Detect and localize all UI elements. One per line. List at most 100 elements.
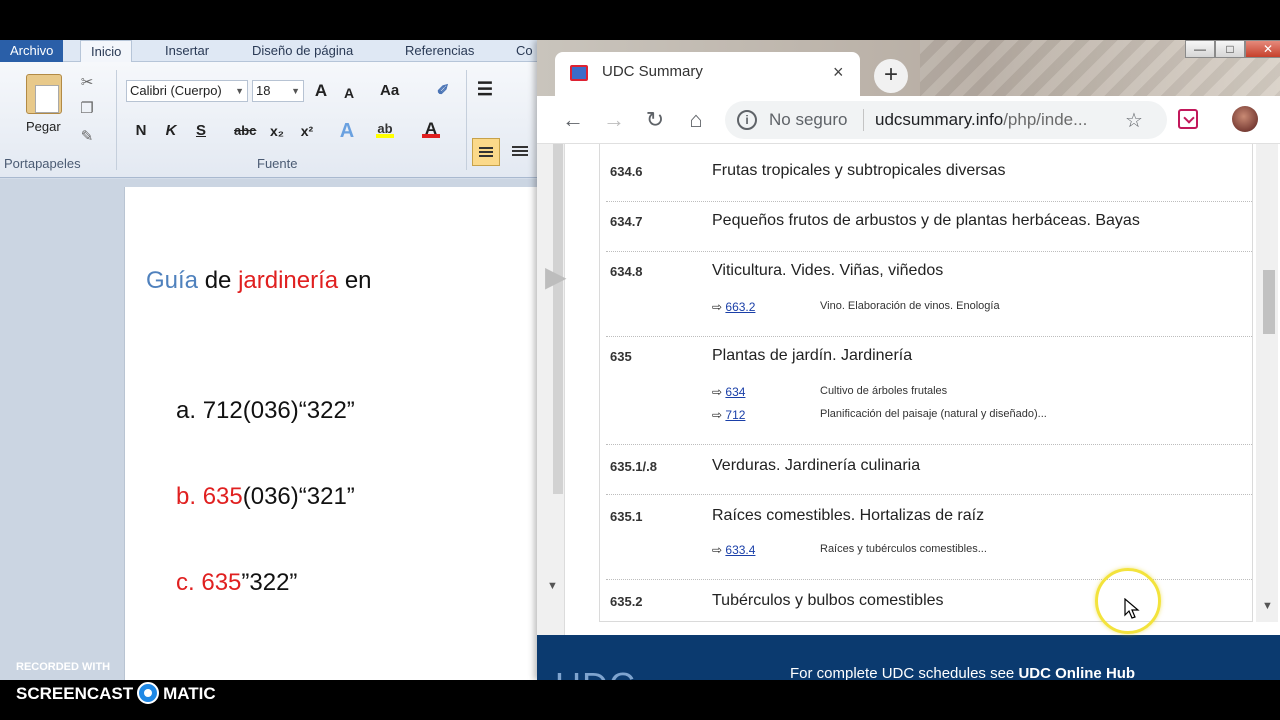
security-status[interactable]: No seguro <box>769 110 847 130</box>
scroll-down-arrow-icon[interactable]: ▼ <box>547 580 558 592</box>
back-arrow-icon[interactable]: ← <box>559 106 587 134</box>
info-icon[interactable]: i <box>737 110 757 130</box>
close-window-button[interactable]: ✕ <box>1245 40 1280 58</box>
option-letter: a. <box>176 397 197 424</box>
entry-code: 634.7 <box>610 214 643 229</box>
copy-icon[interactable]: ❐ <box>78 100 96 118</box>
group-divider <box>116 70 117 170</box>
scroll-down-arrow-icon[interactable]: ▼ <box>1262 600 1273 612</box>
entry-code: 634.8 <box>610 264 643 279</box>
url-text[interactable]: udcsummary.info/php/inde... <box>875 110 1087 130</box>
align-center-button[interactable] <box>506 138 534 166</box>
bullets-icon[interactable]: ☰ <box>476 78 494 100</box>
superscript-button[interactable]: x² <box>298 120 316 142</box>
reference-link[interactable]: 634 <box>725 385 745 399</box>
entry-row: 635.1/.8 Verduras. Jardinería culinaria <box>606 445 1252 495</box>
entry-description[interactable]: Raíces comestibles. Hortalizas de raíz <box>712 507 984 525</box>
tab-referencias[interactable]: Referencias <box>395 40 484 62</box>
letterbox-top <box>0 0 1280 40</box>
maximize-button[interactable]: □ <box>1215 40 1245 58</box>
tab-strip: UDC Summary × + — □ ✕ <box>537 40 1280 96</box>
tab-archivo[interactable]: Archivo <box>0 40 64 62</box>
reference-text: Vino. Elaboración de vinos. Enología <box>820 300 1000 312</box>
left-scrollbar-thumb[interactable] <box>553 144 563 494</box>
address-bar[interactable]: i No seguro udcsummary.info/php/inde... … <box>725 101 1167 139</box>
entry-reference: ⇨ 633.4 <box>712 543 755 557</box>
browser-toolbar: ← → ↻ ⌂ i No seguro udcsummary.info/php/… <box>537 96 1280 144</box>
paste-icon[interactable] <box>26 74 62 114</box>
expand-arrow-icon[interactable]: ▶ <box>545 260 567 293</box>
reference-link[interactable]: 663.2 <box>725 300 755 314</box>
heading-word-4: en <box>344 267 372 294</box>
font-name-value: Calibri (Cuerpo) <box>130 83 222 98</box>
option-code-highlight: 635 <box>201 569 242 596</box>
footer-label: For complete UDC schedules see <box>790 665 1015 680</box>
tab-insertar[interactable]: Insertar <box>155 40 219 62</box>
entry-row: 634.8 Viticultura. Vides. Viñas, viñedos… <box>606 252 1252 337</box>
new-tab-button[interactable]: + <box>874 59 908 93</box>
font-name-select[interactable]: Calibri (Cuerpo) ▼ <box>126 80 248 102</box>
entry-description[interactable]: Verduras. Jardinería culinaria <box>712 457 920 475</box>
entry-reference: ⇨ 634 <box>712 385 745 399</box>
entry-description[interactable]: Viticultura. Vides. Viñas, viñedos <box>712 262 943 280</box>
subscript-button[interactable]: x₂ <box>268 120 286 142</box>
left-frame-scrollbar[interactable]: ▶ ▼ <box>537 144 567 635</box>
udc-logo: UDC <box>555 665 636 680</box>
screencast-logo-icon <box>137 682 160 704</box>
underline-button[interactable]: S <box>192 120 210 142</box>
reference-text: Planificación del paisaje (natural y dis… <box>820 408 1047 420</box>
url-domain: udcsummary.info <box>875 110 1004 129</box>
strikethrough-button[interactable]: abc <box>234 120 256 142</box>
grow-font-button[interactable]: A <box>312 80 330 102</box>
footer-text: For complete UDC schedules see UDC Onlin… <box>790 665 1135 680</box>
profile-avatar[interactable] <box>1232 106 1258 132</box>
italic-button[interactable]: K <box>162 120 180 142</box>
pocket-extension-icon[interactable] <box>1178 109 1198 129</box>
shrink-font-button[interactable]: A <box>340 82 358 104</box>
cut-icon[interactable]: ✂ <box>78 74 96 92</box>
home-icon[interactable]: ⌂ <box>682 106 710 134</box>
option-code: ”322” <box>241 569 298 596</box>
clear-format-icon[interactable]: ✐ <box>434 80 452 102</box>
page-scrollbar-thumb[interactable] <box>1263 270 1275 334</box>
reference-link[interactable]: 633.4 <box>725 543 755 557</box>
font-color-icon[interactable]: A <box>422 120 440 138</box>
udc-online-hub-link[interactable]: UDC Online Hub <box>1018 665 1135 680</box>
entry-description[interactable]: Pequeños frutos de arbustos y de plantas… <box>712 212 1140 230</box>
heading-word-1: Guía <box>146 267 199 294</box>
page-scrollbar[interactable]: ▼ <box>1256 144 1278 622</box>
align-left-button[interactable] <box>472 138 500 166</box>
entry-description[interactable]: Tubérculos y bulbos comestibles <box>712 592 944 610</box>
option-b: b. 635(036)“321” <box>176 483 355 511</box>
entry-description[interactable]: Frutas tropicales y subtropicales divers… <box>712 162 1005 180</box>
entry-description[interactable]: Plantas de jardín. Jardinería <box>712 347 912 365</box>
text-effects-icon[interactable]: A <box>338 120 356 142</box>
document-page[interactable] <box>124 187 540 680</box>
change-case-button[interactable]: Aa <box>380 80 399 102</box>
tab-correspondencia[interactable]: Co <box>506 40 540 62</box>
reference-link[interactable]: 712 <box>725 408 745 422</box>
tab-diseno-de-pagina[interactable]: Diseño de página <box>242 40 363 62</box>
tab-inicio[interactable]: Inicio <box>80 40 133 62</box>
group-divider <box>466 70 467 170</box>
bold-button[interactable]: N <box>132 120 150 142</box>
entry-reference: ⇨ 712 <box>712 408 745 422</box>
bookmark-star-icon[interactable]: ☆ <box>1125 108 1143 133</box>
ribbon-tabs: Archivo Inicio Insertar Diseño de página… <box>0 40 540 62</box>
heading-word-2: de <box>204 267 232 294</box>
browser-tab[interactable]: UDC Summary × <box>555 52 860 96</box>
format-painter-icon[interactable]: ✎ <box>78 128 96 146</box>
arrow-right-icon: ⇨ <box>712 408 723 422</box>
url-path: /php/inde... <box>1003 110 1088 129</box>
highlight-icon[interactable]: ab <box>376 120 394 138</box>
forward-arrow-icon[interactable]: → <box>600 106 628 134</box>
minimize-button[interactable]: — <box>1185 40 1215 58</box>
entry-code: 634.6 <box>610 164 643 179</box>
watermark-recorded-with: RECORDED WITH <box>16 661 111 673</box>
font-size-select[interactable]: 18 ▼ <box>252 80 304 102</box>
paste-button-label[interactable]: Pegar <box>26 119 61 134</box>
heading-word-3: jardinería <box>238 267 339 294</box>
tab-title: UDC Summary <box>602 63 703 80</box>
close-tab-icon[interactable]: × <box>833 62 844 83</box>
reload-icon[interactable]: ↻ <box>641 106 669 134</box>
